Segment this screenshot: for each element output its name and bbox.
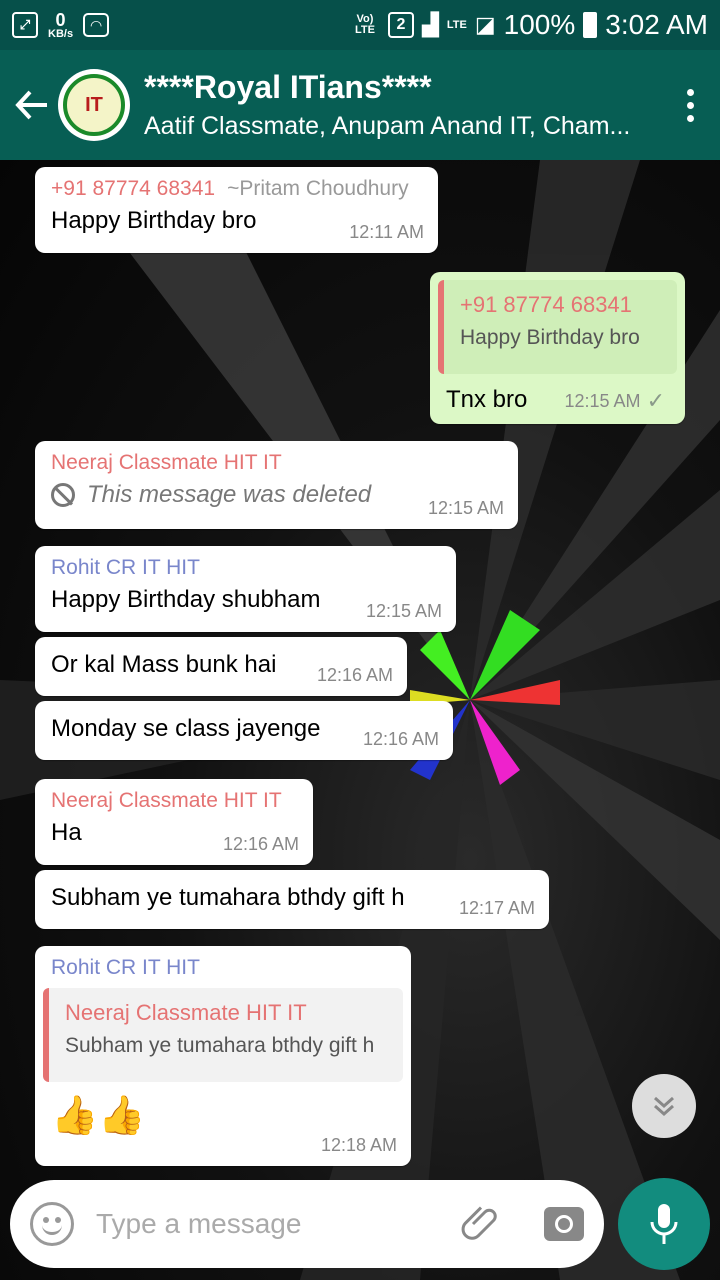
wifi-icon: ◠ (83, 13, 110, 37)
sender-name: Rohit CR IT HIT (51, 956, 200, 979)
lte-label: LTE (446, 18, 467, 31)
check-icon: ✓ (646, 388, 665, 413)
message-input[interactable]: Type a message (96, 1208, 458, 1240)
camera-icon[interactable] (544, 1207, 584, 1241)
message-bubble[interactable]: Neeraj Classmate HIT IT Ha 12:16 AM (35, 779, 313, 865)
message-time: 12:11 AM (349, 222, 424, 242)
signal-icon: ▟ (421, 12, 439, 37)
group-logo: IT (63, 74, 125, 136)
message-bubble-outgoing[interactable]: +91 87774 68341 Happy Birthday bro Tnx b… (430, 272, 685, 424)
message-bubble[interactable]: Rohit CR IT HIT Happy Birthday shubham 1… (35, 546, 456, 632)
emoji-icon[interactable] (30, 1202, 74, 1246)
sender-name: Neeraj Classmate HIT IT (51, 789, 282, 812)
mic-icon[interactable] (618, 1178, 710, 1270)
more-vert-icon[interactable] (660, 50, 720, 160)
message-time: 12:15 AM (564, 390, 641, 411)
message-time: 12:16 AM (316, 665, 393, 685)
quoted-sender: +91 87774 68341 (460, 292, 632, 317)
quoted-text: Subham ye tumahara bthdy gift h (65, 1034, 375, 1057)
screenshot-icon: ⤢ (12, 12, 38, 38)
clock: 3:02 AM (605, 9, 708, 40)
message-time: 12:18 AM (320, 1135, 397, 1155)
message-time: 12:15 AM (427, 498, 504, 518)
sim-badge: 2 (387, 12, 414, 38)
group-members: Aatif Classmate, Anupam Anand IT, Cham..… (144, 112, 631, 140)
message-bubble[interactable]: Rohit CR IT HIT Neeraj Classmate HIT IT … (35, 946, 411, 1166)
message-composer: Type a message (10, 1180, 604, 1268)
battery-icon (583, 12, 598, 38)
status-bar: ⤢ 0 KB/s ◠ Vo) LTE 2 ▟ LTE ◪ 100% 3:02 A… (0, 0, 720, 50)
message-bubble[interactable]: Or kal Mass bunk hai 12:16 AM (35, 637, 407, 696)
deleted-message-text: This message was deleted (87, 481, 372, 508)
quoted-sender: Neeraj Classmate HIT IT (65, 1000, 307, 1025)
quoted-message[interactable]: +91 87774 68341 Happy Birthday bro (438, 280, 677, 374)
blocked-icon (51, 483, 75, 507)
message-time: 12:16 AM (222, 834, 299, 854)
sender-name: Neeraj Classmate HIT IT (51, 451, 282, 474)
message-bubble[interactable]: +91 87774 68341 ~Pritam Choudhury Happy B… (35, 167, 438, 253)
group-avatar[interactable]: IT (58, 69, 130, 141)
thumbs-up-emoji: 👍👍 (51, 1095, 146, 1137)
message-bubble[interactable]: Neeraj Classmate HIT IT This message was… (35, 441, 518, 529)
network-speed: 0 KB/s (48, 9, 74, 40)
message-time: 12:15 AM (365, 601, 442, 621)
paperclip-icon[interactable] (458, 1201, 504, 1247)
chevron-double-down-icon[interactable] (632, 1074, 696, 1138)
sender-alias: ~Pritam Choudhury (227, 177, 409, 200)
message-time: 12:16 AM (362, 729, 439, 749)
group-title: ****Royal ITians**** (144, 69, 432, 105)
sender-name: Rohit CR IT HIT (51, 556, 200, 579)
arrow-left-icon[interactable] (6, 50, 58, 160)
message-time: 12:17 AM (458, 898, 535, 918)
chat-header: IT ****Royal ITians**** Aatif Classmate,… (0, 50, 720, 160)
quoted-text: Happy Birthday bro (460, 326, 640, 349)
quoted-message[interactable]: Neeraj Classmate HIT IT Subham ye tumaha… (43, 988, 403, 1082)
battery-percent: 100% (503, 9, 576, 40)
group-info[interactable]: ****Royal ITians**** Aatif Classmate, An… (144, 69, 660, 141)
message-bubble[interactable]: Subham ye tumahara bthdy gift h 12:17 AM (35, 870, 549, 929)
message-bubble[interactable]: Monday se class jayenge 12:16 AM (35, 701, 453, 760)
signal-icon-2: ◪ (474, 12, 496, 37)
volte-label: Vo) LTE (354, 13, 375, 36)
sender-phone: +91 87774 68341 (51, 177, 216, 200)
